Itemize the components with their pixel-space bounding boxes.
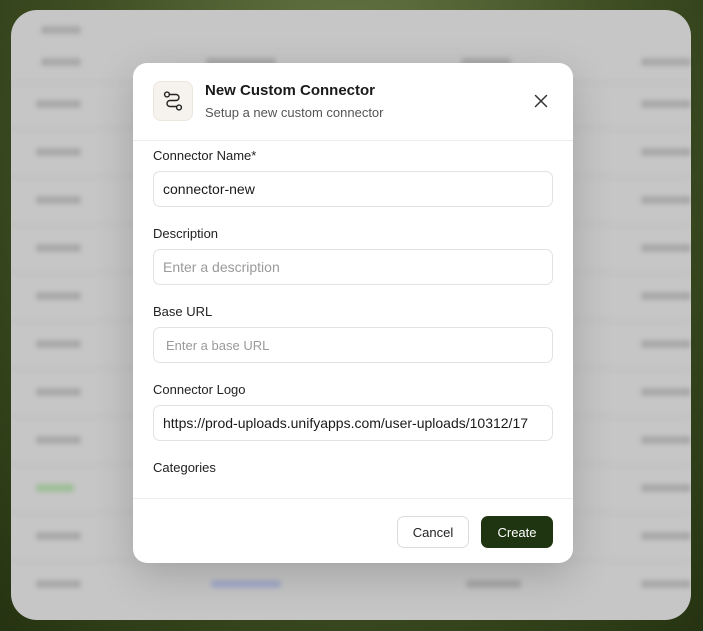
- description-input[interactable]: [153, 249, 553, 285]
- dialog-title: New Custom Connector: [205, 82, 376, 99]
- dialog-footer: Cancel Create: [133, 498, 573, 563]
- new-connector-dialog: New Custom Connector Setup a new custom …: [133, 63, 573, 563]
- close-button[interactable]: [531, 91, 551, 111]
- categories-label: Categories: [153, 460, 216, 475]
- close-icon: [534, 94, 548, 108]
- base-url-label: Base URL: [153, 304, 213, 319]
- connector-logo-label: Connector Logo: [153, 382, 246, 397]
- base-url-input[interactable]: [153, 327, 553, 363]
- dialog-body[interactable]: Connector Name* Description Base URL Con…: [133, 141, 573, 498]
- cancel-button[interactable]: Cancel: [397, 516, 469, 548]
- dialog-subtitle: Setup a new custom connector: [205, 105, 384, 120]
- description-label: Description: [153, 226, 219, 241]
- connector-logo-input[interactable]: [153, 405, 553, 441]
- connector-name-input[interactable]: [153, 171, 553, 207]
- dialog-header: New Custom Connector Setup a new custom …: [133, 63, 573, 141]
- route-icon: [153, 81, 193, 121]
- connector-name-label: Connector Name*: [153, 148, 257, 163]
- create-button[interactable]: Create: [481, 516, 553, 548]
